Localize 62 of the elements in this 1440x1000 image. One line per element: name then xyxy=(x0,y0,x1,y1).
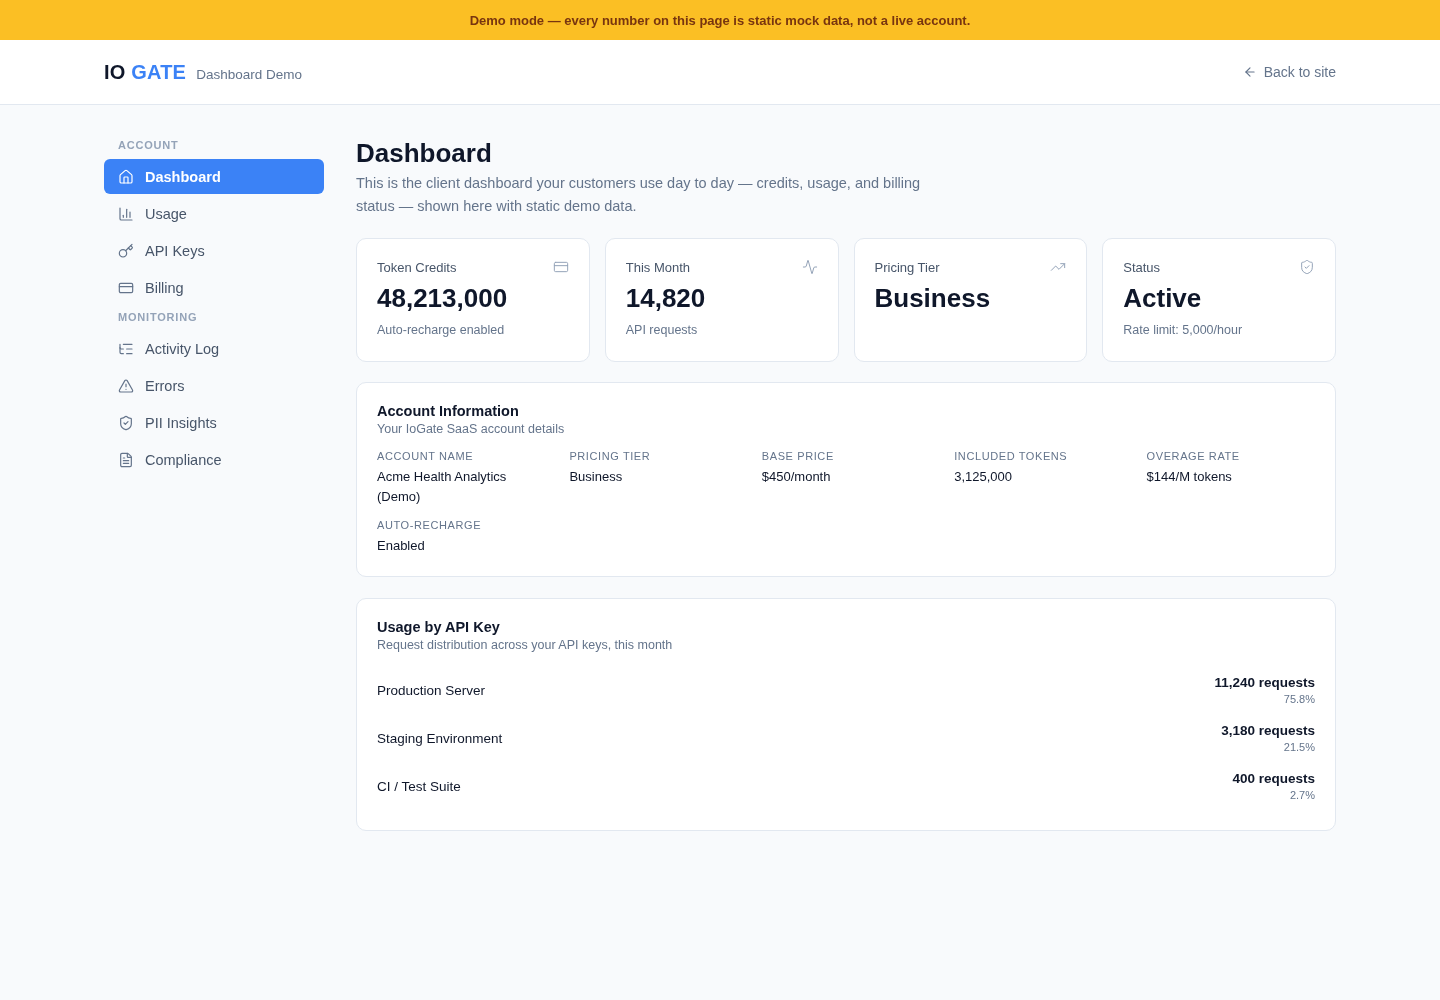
header-subtitle: Dashboard Demo xyxy=(196,66,302,82)
house-icon xyxy=(118,168,134,185)
request-share: 75.8% xyxy=(1283,693,1315,705)
field-label: OVERAGE RATE xyxy=(1146,450,1240,462)
card-icon xyxy=(552,259,569,275)
field-label: ACCOUNT NAME xyxy=(377,450,474,462)
stat-label: This Month xyxy=(625,259,691,275)
warning-icon xyxy=(118,377,134,394)
sidebar-section-title: MONITORING xyxy=(117,311,199,323)
sidebar-item[interactable]: PII Insights xyxy=(104,405,324,440)
field-label: BASE PRICE xyxy=(761,450,834,462)
api-key-name: Production Server xyxy=(377,682,486,698)
document-icon xyxy=(118,451,134,468)
field-label: AUTO-RECHARGE xyxy=(377,519,482,531)
field-value: $450/month xyxy=(761,468,831,486)
back-link[interactable]: Back to site xyxy=(1242,64,1336,80)
card-title: Account Information xyxy=(377,403,520,419)
page-title: Dashboard xyxy=(356,137,492,169)
sidebar-item[interactable]: Errors xyxy=(104,368,324,403)
sidebar-item[interactable]: API Keys xyxy=(104,233,324,268)
request-share: 21.5% xyxy=(1283,741,1315,753)
sidebar-item[interactable]: Compliance xyxy=(104,442,324,477)
stat-value: Active xyxy=(1123,283,1202,314)
field-value: Acme Health Analytics (Demo) xyxy=(377,468,508,506)
sidebar-item[interactable]: Activity Log xyxy=(104,331,324,366)
request-share: 2.7% xyxy=(1289,789,1315,801)
request-count: 3,180 requests xyxy=(1221,723,1315,738)
field-label: INCLUDED TOKENS xyxy=(954,450,1068,462)
field-value: $144/M tokens xyxy=(1146,468,1232,486)
shield-check-icon xyxy=(118,414,134,431)
stat-label: Status xyxy=(1123,259,1161,275)
field-label: PRICING TIER xyxy=(569,450,651,462)
request-count: 400 requests xyxy=(1232,771,1315,786)
stat-value: Business xyxy=(874,283,991,314)
logo: IO GATE xyxy=(104,60,187,84)
arrow-left-icon xyxy=(1242,65,1257,79)
field-value: Business xyxy=(569,468,623,486)
request-count: 11,240 requests xyxy=(1214,675,1315,690)
stat-note: Auto-recharge enabled xyxy=(377,323,505,337)
field-value: Enabled xyxy=(377,537,425,555)
sidebar-item[interactable]: Dashboard xyxy=(104,159,324,194)
stat-label: Token Credits xyxy=(377,259,457,275)
sidebar-item[interactable]: Usage xyxy=(104,196,324,231)
field-value: 3,125,000 xyxy=(954,468,1013,486)
pulse-icon xyxy=(801,259,818,275)
stat-note: Rate limit: 5,000/hour xyxy=(1123,323,1243,337)
stat-note: API requests xyxy=(625,323,698,337)
page-description: This is the client dashboard your customers use day to day — credits, usage, and billing status — shown here with static demo data. xyxy=(356,174,922,216)
sidebar-section-title: ACCOUNT xyxy=(117,139,180,151)
api-key-name: CI / Test Suite xyxy=(377,778,461,794)
banner-text: Demo mode — every number on this page is static mock data, not a live account. xyxy=(469,12,971,28)
card-title: Usage by API Key xyxy=(377,619,501,635)
stat-value: 14,820 xyxy=(625,283,706,314)
key-icon xyxy=(118,242,134,259)
stat-value: 48,213,000 xyxy=(377,283,508,314)
stat-label: Pricing Tier xyxy=(874,259,940,275)
shield-check-icon xyxy=(1299,259,1315,275)
card-subtitle: Your IoGate SaaS account details xyxy=(377,422,566,436)
bar-chart-icon xyxy=(118,205,134,222)
api-key-name: Staging Environment xyxy=(377,730,503,746)
sidebar-item[interactable]: Billing xyxy=(104,270,324,305)
card-subtitle: Request distribution across your API keys, this month xyxy=(377,638,674,652)
